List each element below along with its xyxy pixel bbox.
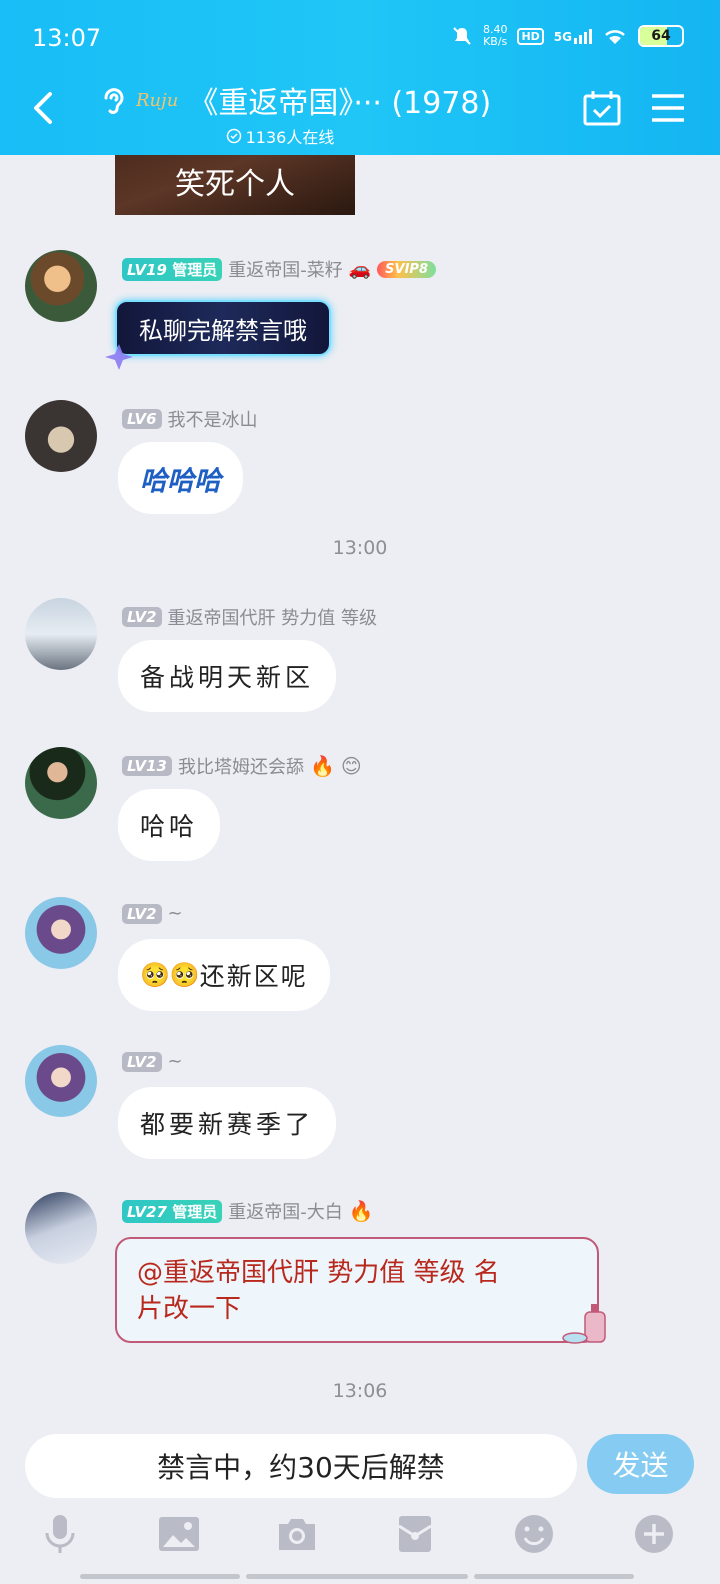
camera-button[interactable] <box>273 1510 321 1558</box>
plus-circle-icon <box>635 1515 673 1553</box>
hamburger-menu-icon <box>652 94 684 122</box>
sender-name[interactable]: ~ <box>168 1051 183 1072</box>
wifi-icon <box>605 30 625 44</box>
message-meta: LV2 重返帝国代肝 势力值 等级 <box>122 604 377 630</box>
red-packet-button[interactable] <box>391 1510 439 1558</box>
chat-messages[interactable]: 笑死个人 LV19 管理员 重返帝国-菜籽 🚗 SVIP8 私聊完解禁言哦 LV… <box>0 155 720 1430</box>
status-time: 13:07 <box>32 24 102 52</box>
level-badge: LV19 管理员 <box>122 257 223 281</box>
camera-icon <box>279 1519 315 1550</box>
fire-icon: 🔥 <box>348 1199 374 1223</box>
level-badge: LV2 <box>122 1051 162 1072</box>
avatar[interactable] <box>25 598 97 670</box>
sender-name[interactable]: 重返帝国-大白 <box>228 1198 343 1224</box>
car-icon: 🚗 <box>348 258 372 280</box>
input-area: 禁言中，约30天后解禁 发送 <box>0 1430 720 1584</box>
avatar[interactable] <box>25 747 97 819</box>
hd-icon: HD <box>517 27 544 45</box>
message-bubble[interactable]: 私聊完解禁言哦 <box>115 300 331 356</box>
input-toolbar <box>0 1510 720 1558</box>
message-meta: LV19 管理员 重返帝国-菜籽 🚗 SVIP8 <box>122 256 436 282</box>
red-packet-icon <box>398 1516 432 1552</box>
level-badge: LV2 <box>122 903 162 924</box>
sender-name[interactable]: 我比塔姆还会舔 <box>178 753 304 779</box>
avatar[interactable] <box>25 250 97 322</box>
message-bubble[interactable]: 都要新赛季了 <box>118 1087 337 1159</box>
menu-button[interactable] <box>650 92 686 124</box>
scroll-indicator <box>80 1574 240 1579</box>
message-bubble[interactable]: 哈哈哈 <box>118 442 243 514</box>
top-bar: 13:07 8.40 KB/s HD 5G 64 Ruju 《重返帝国》··· (… <box>0 0 720 155</box>
avatar[interactable] <box>25 400 97 472</box>
level-badge: LV6 <box>122 409 162 429</box>
timestamp: 13:00 <box>332 537 388 559</box>
emoji-button[interactable] <box>510 1510 558 1558</box>
send-button[interactable]: 发送 <box>587 1434 694 1494</box>
back-button[interactable] <box>26 86 62 130</box>
more-button[interactable] <box>630 1510 678 1558</box>
message-bubble[interactable]: 哈哈 <box>118 789 221 861</box>
sender-name[interactable]: ~ <box>168 903 183 924</box>
soap-bottle-icon <box>562 1304 606 1344</box>
message-input-muted[interactable]: 禁言中，约30天后解禁 <box>25 1434 577 1498</box>
check-circle-icon <box>226 128 241 144</box>
calendar-check-icon <box>583 91 621 126</box>
chat-title: 《重返帝国》··· (1978) <box>188 86 492 121</box>
level-badge: LV27 管理员 <box>122 1199 223 1223</box>
status-icons: 8.40 KB/s HD 5G 64 <box>451 24 684 48</box>
fire-icon: 🔥 <box>309 754 335 778</box>
message-meta: LV2 ~ <box>122 903 183 924</box>
scroll-indicator <box>246 1574 468 1579</box>
sender-name[interactable]: 重返帝国代肝 势力值 等级 <box>168 604 377 630</box>
network-speed: 8.40 KB/s <box>482 23 508 48</box>
message-bubble[interactable]: 备战明天新区 <box>118 640 337 712</box>
image-caption: 笑死个人 <box>175 167 295 202</box>
image-icon <box>159 1517 199 1551</box>
chevron-left-icon <box>34 92 52 124</box>
avatar[interactable] <box>25 897 97 969</box>
message-bubble[interactable]: @重返帝国代肝 势力值 等级 名 片改一下 <box>115 1237 599 1343</box>
avatar[interactable] <box>25 1192 97 1264</box>
pleading-face-icon: 🥺🥺 <box>140 961 200 989</box>
ear-icon <box>104 88 124 114</box>
signal-icon: 5G <box>554 28 592 44</box>
microphone-icon <box>45 1515 75 1553</box>
sender-name[interactable]: 我不是冰山 <box>168 406 258 432</box>
image-button[interactable] <box>155 1510 203 1558</box>
level-badge: LV13 <box>122 756 172 776</box>
scroll-indicator <box>474 1574 634 1579</box>
sparkle-icon <box>105 344 133 370</box>
message-meta: LV27 管理员 重返帝国-大白 🔥 <box>122 1198 374 1224</box>
timestamp: 13:06 <box>332 1380 388 1402</box>
svip-badge: SVIP8 <box>377 260 436 278</box>
online-count: 1136人在线 <box>160 124 400 148</box>
message-bubble[interactable]: 🥺🥺 还新区呢 <box>118 939 330 1011</box>
calendar-check-button[interactable] <box>582 90 622 126</box>
smile-badge-icon: 😊 <box>340 754 362 778</box>
message-meta: LV13 我比塔姆还会舔 🔥 😊 <box>122 753 362 779</box>
message-meta: LV2 ~ <box>122 1051 183 1072</box>
sender-name[interactable]: 重返帝国-菜籽 <box>228 256 343 282</box>
mute-bell-icon <box>453 27 471 45</box>
voice-button[interactable] <box>36 1510 84 1558</box>
image-message[interactable]: 笑死个人 <box>115 155 355 215</box>
group-logo: Ruju <box>136 89 179 111</box>
battery-icon: 64 <box>638 25 684 47</box>
avatar[interactable] <box>25 1045 97 1117</box>
level-badge: LV2 <box>122 607 162 627</box>
chat-title-area[interactable]: Ruju 《重返帝国》··· (1978) 1136人在线 <box>100 78 520 148</box>
message-meta: LV6 我不是冰山 <box>122 406 258 432</box>
emoji-icon <box>515 1515 553 1553</box>
